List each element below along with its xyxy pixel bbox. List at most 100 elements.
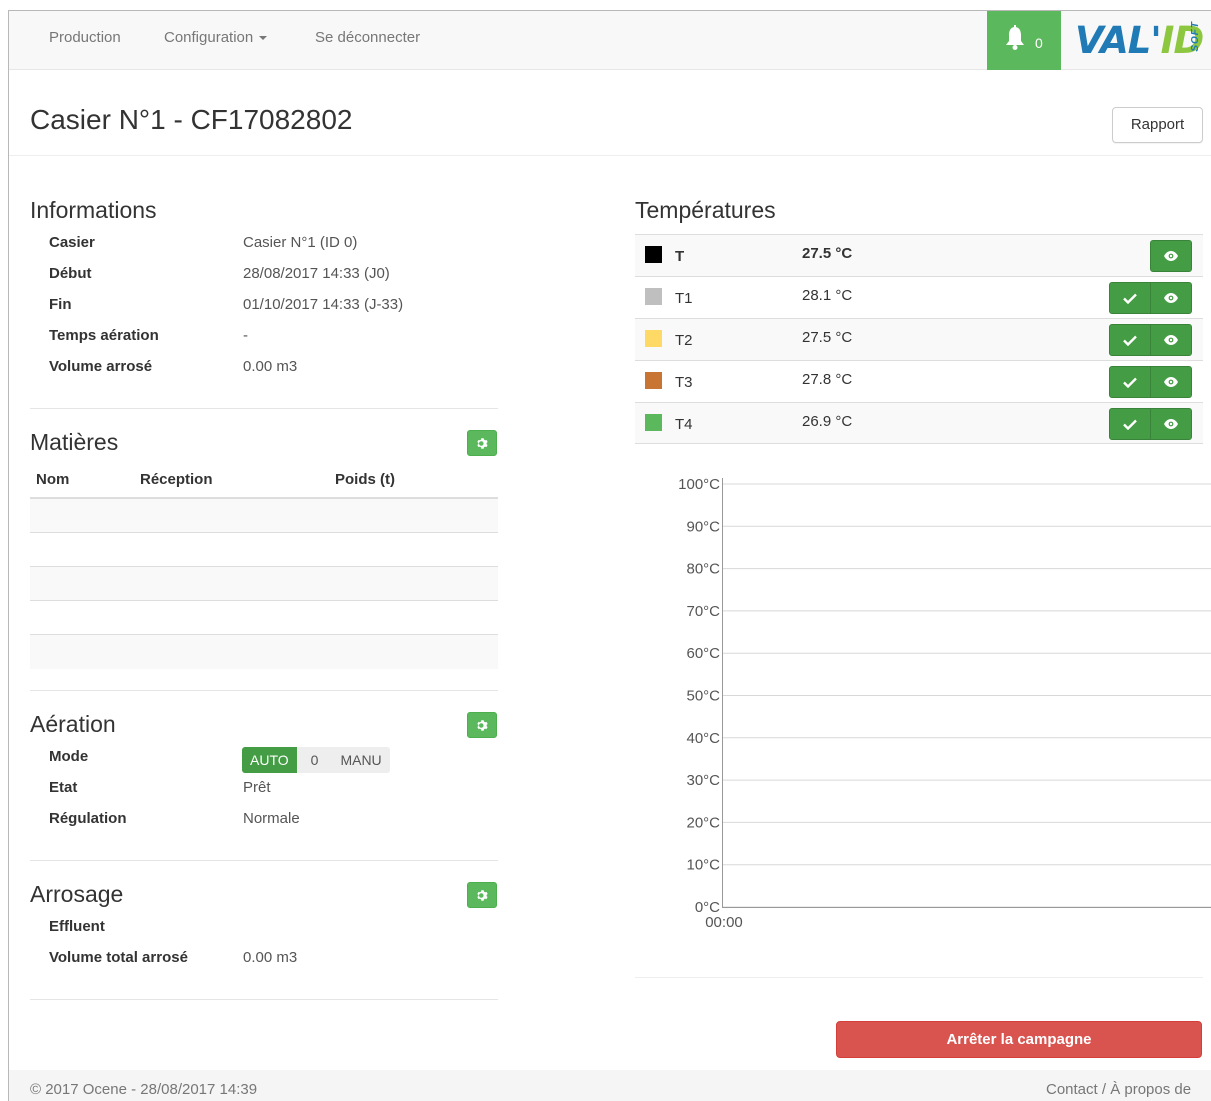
section-divider [30, 690, 498, 691]
arrosage-label-effluent: Effluent [49, 918, 105, 935]
series-color-swatch [645, 330, 662, 347]
toggle-visibility-button[interactable] [1150, 366, 1192, 398]
check-icon [1123, 335, 1137, 346]
y-tick-label: 80°C [686, 561, 720, 578]
temp-sensor-name: T1 [675, 290, 693, 307]
table-row [30, 567, 498, 601]
info-label-debut: Début [49, 265, 92, 282]
nav-production[interactable]: Production [49, 29, 121, 46]
arrosage-settings-button[interactable] [467, 882, 497, 908]
matieres-title: Matières [30, 429, 119, 455]
series-color-swatch [645, 288, 662, 305]
info-label-casier: Casier [49, 234, 95, 251]
footer-copyright: © 2017 Ocene - 28/08/2017 14:39 [30, 1081, 258, 1098]
series-color-swatch [645, 246, 662, 263]
arrosage-label-volume: Volume total arrosé [49, 949, 188, 966]
table-row [30, 635, 498, 669]
series-color-swatch [645, 414, 662, 431]
info-label-fin: Fin [49, 296, 72, 313]
temp-sensor-value: 27.5 °C [802, 245, 853, 262]
eye-icon [1164, 251, 1178, 261]
stop-campaign-button[interactable]: Arrêter la campagne [836, 1021, 1202, 1058]
nav-configuration-label: Configuration [164, 29, 254, 46]
mode-option-zero[interactable]: 0 [296, 747, 333, 773]
temp-sensor-name: T4 [675, 416, 693, 433]
table-row [30, 499, 498, 533]
toggle-visibility-button[interactable] [1150, 324, 1192, 356]
nav-logout[interactable]: Se déconnecter [315, 29, 420, 46]
enable-sensor-button[interactable] [1109, 366, 1151, 398]
report-button[interactable]: Rapport [1112, 107, 1203, 143]
aeration-value-regulation: Normale [243, 810, 300, 827]
temp-row-t2: T2 27.5 °C [635, 318, 1203, 360]
aeration-settings-button[interactable] [467, 712, 497, 738]
y-tick-label: 70°C [686, 603, 720, 620]
temp-sensor-value: 27.8 °C [802, 371, 853, 388]
y-tick-label: 10°C [686, 857, 720, 874]
gear-icon [477, 438, 488, 449]
app-frame: Production Configuration Se déconnecter … [8, 10, 1211, 1101]
enable-sensor-button[interactable] [1109, 408, 1151, 440]
aeration-label-etat: Etat [49, 779, 78, 796]
y-tick-label: 100°C [678, 476, 720, 493]
section-divider [30, 999, 498, 1000]
toggle-visibility-button[interactable] [1150, 282, 1192, 314]
temperatures-title: Températures [635, 197, 776, 223]
footer: © 2017 Ocene - 28/08/2017 14:39 Contact … [9, 1070, 1211, 1101]
check-icon [1123, 377, 1137, 388]
info-value-fin: 01/10/2017 14:33 (J-33) [243, 296, 404, 313]
top-navbar: Production Configuration Se déconnecter … [9, 11, 1211, 70]
gear-icon [477, 890, 488, 901]
info-label-temps-aeration: Temps aération [49, 327, 159, 344]
matieres-settings-button[interactable] [467, 430, 497, 456]
toggle-visibility-button[interactable] [1150, 240, 1192, 272]
logo-main: VAL' [1075, 19, 1162, 62]
temp-row-t4: T4 26.9 °C [635, 402, 1203, 444]
col-header-poids: Poids (t) [335, 471, 395, 488]
y-tick-label: 30°C [686, 772, 720, 789]
notification-count: 0 [1035, 35, 1043, 51]
chart-divider [635, 977, 1203, 978]
logo-sub: SOFT [1190, 21, 1201, 52]
aeration-title: Aération [30, 711, 116, 737]
notifications-button[interactable]: 0 [987, 11, 1061, 70]
table-row [30, 533, 498, 567]
col-header-reception: Réception [140, 471, 213, 488]
series-color-swatch [645, 372, 662, 389]
temp-row-t: T 27.5 °C [635, 234, 1203, 276]
caret-down-icon [259, 36, 268, 41]
info-label-volume-arrose: Volume arrosé [49, 358, 153, 375]
aeration-value-etat: Prêt [243, 779, 271, 796]
info-value-debut: 28/08/2017 14:33 (J0) [243, 265, 390, 282]
y-tick-label: 40°C [686, 730, 720, 747]
enable-sensor-button[interactable] [1109, 282, 1151, 314]
temp-row-t3: T3 27.8 °C [635, 360, 1203, 402]
section-divider [30, 860, 498, 861]
aeration-mode-toggle: AUTO 0 MANU [242, 747, 390, 773]
check-icon [1123, 419, 1137, 430]
section-divider [30, 408, 498, 409]
info-value-volume-arrose: 0.00 m3 [243, 358, 298, 375]
eye-icon [1164, 293, 1178, 303]
footer-links[interactable]: Contact / À propos de [1046, 1081, 1191, 1098]
aeration-label-regulation: Régulation [49, 810, 127, 827]
arrosage-title: Arrosage [30, 881, 124, 907]
informations-title: Informations [30, 197, 157, 223]
mode-option-manu[interactable]: MANU [332, 747, 390, 773]
temp-row-t1: T1 28.1 °C [635, 276, 1203, 318]
temp-sensor-name: T [675, 248, 685, 265]
nav-configuration[interactable]: Configuration [164, 29, 268, 46]
y-tick-label: 20°C [686, 814, 720, 831]
y-tick-label: 60°C [686, 645, 720, 662]
enable-sensor-button[interactable] [1109, 324, 1151, 356]
temp-sensor-value: 28.1 °C [802, 287, 853, 304]
toggle-visibility-button[interactable] [1150, 408, 1192, 440]
info-value-temps-aeration: - [243, 327, 248, 344]
mode-option-auto[interactable]: AUTO [242, 747, 297, 773]
x-tick-label: 00:00 [705, 914, 743, 931]
y-tick-label: 50°C [686, 688, 720, 705]
temp-sensor-value: 27.5 °C [802, 329, 853, 346]
arrosage-value-volume: 0.00 m3 [243, 949, 298, 966]
bell-icon [1006, 25, 1024, 50]
col-header-nom: Nom [36, 471, 70, 488]
